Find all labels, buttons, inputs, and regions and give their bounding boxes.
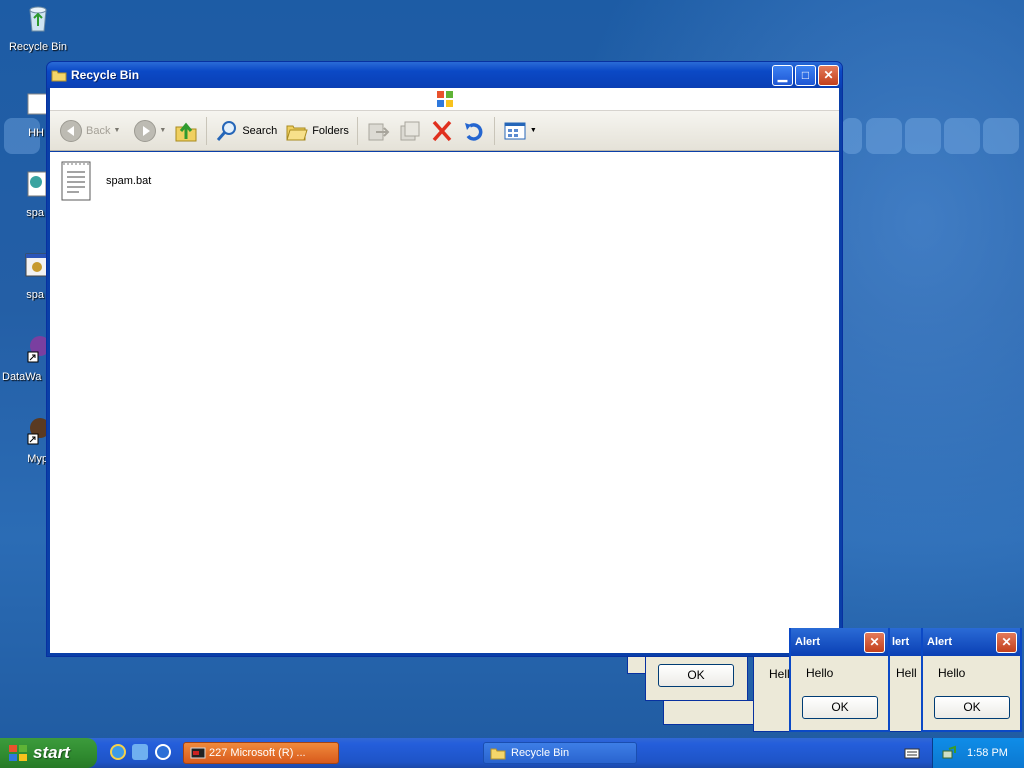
close-icon: ✕: [1001, 634, 1012, 649]
forward-arrow-icon: [134, 119, 157, 142]
close-button[interactable]: ✕: [864, 631, 885, 653]
views-button[interactable]: ▼: [499, 116, 541, 146]
background-dialog: lert Hell: [888, 628, 922, 732]
maximize-button[interactable]: □: [795, 64, 816, 86]
folders-label: Folders: [312, 124, 349, 137]
taskbar-button-recycle-bin[interactable]: Recycle Bin: [483, 742, 637, 764]
close-icon: ✕: [869, 634, 880, 649]
minimize-icon: ▁: [777, 67, 788, 82]
ok-label: OK: [963, 700, 981, 714]
background-dialog: Hell: [753, 656, 793, 732]
copy-to-button[interactable]: [394, 116, 426, 146]
alert-titlebar[interactable]: Alert ✕: [791, 628, 888, 656]
maximize-icon: □: [801, 67, 810, 82]
windows-logo-icon: [9, 745, 27, 761]
explorer-toolbar: Back ▼ ▼ Search Folders ▼: [50, 111, 839, 151]
delete-icon: [432, 120, 452, 141]
outlook-express-icon[interactable]: [132, 744, 148, 760]
alert-dialog: Alert ✕ Hello OK: [921, 628, 1022, 732]
back-button[interactable]: Back ▼: [56, 116, 124, 146]
recycle-bin-icon: [29, 6, 47, 32]
taskbar-button-label: 227 Microsoft (R) ...: [209, 747, 306, 759]
delete-button[interactable]: [426, 116, 458, 146]
file-list[interactable]: spam.bat: [50, 152, 839, 653]
alert-message: Hello: [806, 666, 834, 680]
minimize-button[interactable]: ▁: [772, 64, 793, 86]
back-arrow-icon: [60, 119, 82, 142]
forward-button[interactable]: ▼: [130, 116, 170, 146]
up-folder-icon: [175, 122, 197, 141]
views-icon: [504, 122, 526, 139]
dialog-title: lert: [889, 628, 921, 656]
undo-icon: [464, 122, 483, 141]
toolbar-separator: [356, 116, 358, 145]
taskbar-button-label: Recycle Bin: [511, 747, 570, 759]
dialog-message: Hell: [896, 666, 917, 680]
folders-icon: [286, 125, 308, 140]
dialog-message: Hell: [769, 667, 790, 681]
system-tray: 1:58 PM: [932, 738, 1024, 768]
alert-title: Alert: [795, 636, 821, 648]
folder-icon: [490, 748, 506, 760]
ok-label: OK: [831, 700, 849, 714]
ok-label: OK: [687, 668, 705, 682]
media-player-icon[interactable]: [155, 744, 171, 760]
folders-button[interactable]: Folders: [281, 116, 353, 146]
brand-bar: [50, 88, 839, 111]
folder-icon: [51, 70, 67, 82]
close-icon: ✕: [823, 67, 834, 82]
search-button[interactable]: Search: [211, 116, 281, 146]
toolbar-separator: [493, 116, 495, 145]
ok-button[interactable]: OK: [802, 696, 878, 719]
window-title: Recycle Bin: [71, 68, 140, 82]
explorer-window: Recycle Bin ▁ □ ✕ Back ▼ ▼ Search Folder…: [46, 61, 843, 657]
chevron-down-icon: ▼: [159, 127, 167, 134]
ok-button[interactable]: OK: [934, 696, 1010, 719]
chevron-down-icon: ▼: [529, 127, 537, 134]
internet-explorer-icon[interactable]: [110, 744, 126, 760]
start-label: start: [33, 743, 70, 762]
windows-logo-icon: [437, 91, 453, 107]
window-titlebar[interactable]: Recycle Bin ▁ □ ✕: [47, 62, 842, 88]
network-icon[interactable]: [941, 745, 957, 761]
background-dialog: OK: [645, 656, 748, 701]
toolbar-separator: [206, 116, 208, 145]
taskbar: start 227 Microsoft (R) ... Recycle Bin …: [0, 738, 1024, 768]
back-label: Back: [86, 124, 111, 137]
alert-title: Alert: [927, 636, 953, 648]
desktop-icon-recycle-bin[interactable]: Recycle Bin: [0, 2, 76, 53]
close-button[interactable]: ✕: [818, 64, 839, 86]
move-to-button[interactable]: [362, 116, 394, 146]
alert-message: Hello: [938, 666, 966, 680]
file-name: spam.bat: [106, 175, 152, 187]
search-label: Search: [242, 124, 278, 137]
chevron-down-icon: ▼: [113, 127, 121, 134]
clock[interactable]: 1:58 PM: [967, 747, 1008, 759]
text-file-icon: [61, 161, 91, 201]
file-item[interactable]: spam.bat: [60, 160, 151, 202]
taskbar-button-console[interactable]: 227 Microsoft (R) ...: [183, 742, 339, 764]
search-icon: [217, 120, 237, 141]
desktop-icon-label: Recycle Bin: [8, 41, 68, 53]
undo-button[interactable]: [458, 116, 490, 146]
copy-to-icon: [400, 121, 420, 140]
up-folder-button[interactable]: [170, 116, 202, 146]
move-to-icon: [368, 123, 390, 140]
ok-button[interactable]: OK: [658, 664, 734, 687]
close-button[interactable]: ✕: [996, 631, 1017, 653]
alert-titlebar[interactable]: Alert ✕: [923, 628, 1020, 656]
start-button[interactable]: start: [0, 738, 97, 768]
keyboard-icon[interactable]: [904, 747, 920, 759]
background-dialog: [627, 656, 647, 674]
console-icon: [190, 747, 206, 759]
alert-dialog: Alert ✕ Hello OK: [789, 628, 890, 732]
